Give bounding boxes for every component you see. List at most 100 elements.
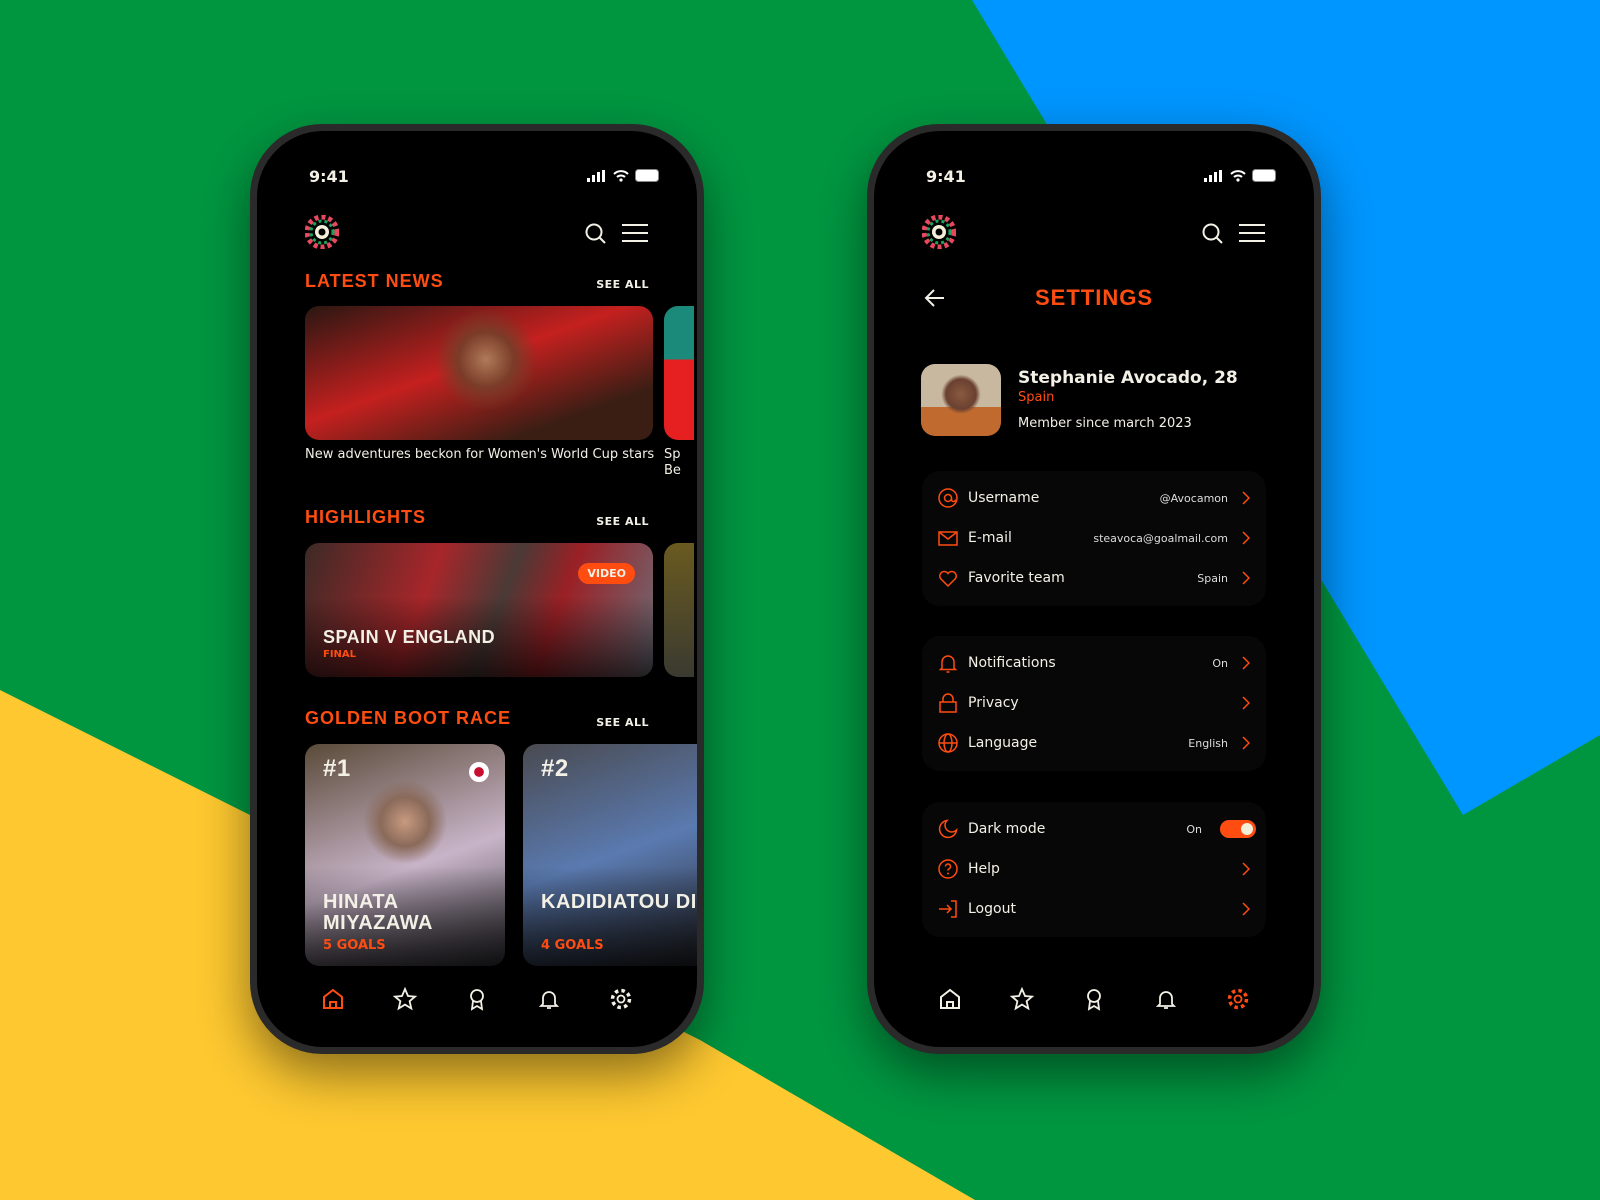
award-icon[interactable] [1082,987,1106,1011]
news-card-next-image[interactable] [664,306,694,440]
setting-label: Notifications [968,655,1056,671]
setting-favorite-team[interactable]: Favorite team Spain [938,563,1250,593]
background [0,0,1600,1200]
setting-value: English [1188,736,1228,750]
setting-label: Privacy [968,695,1019,711]
news-card-next-caption[interactable]: Sp Be [664,447,694,479]
setting-email[interactable]: E-mail steavoca@goalmail.com [938,523,1250,553]
highlight-card-next[interactable] [664,543,694,677]
logo-icon[interactable] [305,215,339,249]
setting-label: Username [968,490,1040,506]
setting-dark-mode: Dark mode On [938,814,1256,844]
signal-icon [1204,169,1222,182]
bottom-nav [874,987,1314,1011]
news-card-caption[interactable]: New adventures beckon for Women's World … [305,447,655,463]
gear-icon[interactable] [609,987,633,1011]
section-title-highlights: HIGHLIGHTS [305,507,426,527]
chevron-right-icon [1242,656,1250,670]
lock-icon [939,693,957,713]
award-icon[interactable] [465,987,489,1011]
gear-icon[interactable] [1226,987,1250,1011]
other-settings-group: Dark mode On Help Logout [922,802,1266,937]
setting-language[interactable]: Language English [938,728,1250,758]
home-icon[interactable] [938,987,962,1011]
highlight-card[interactable]: VIDEO SPAIN V ENGLAND FINAL [305,543,653,677]
chevron-right-icon [1242,531,1250,545]
mail-icon [938,531,958,546]
chevron-right-icon [1242,571,1250,585]
battery-icon [635,169,659,182]
setting-label: Dark mode [968,821,1046,837]
page-title: SETTINGS [1034,285,1153,310]
at-icon [938,488,958,508]
signal-icon [587,169,605,182]
wifi-icon [613,169,629,182]
menu-icon[interactable] [622,223,648,243]
status-icons [587,169,661,182]
logo-icon[interactable] [922,215,956,249]
see-all-news-link[interactable]: SEE ALL [596,278,649,291]
see-all-golden-boot-link[interactable]: SEE ALL [596,716,649,729]
phone-settings: 9:41 SETTINGS Stephanie Avocado, 28 Spai… [867,124,1321,1054]
player-goals: 4 GOALS [541,938,604,953]
dark-mode-toggle[interactable] [1220,820,1256,838]
star-icon[interactable] [1010,987,1034,1011]
avatar [921,364,1001,436]
moon-icon [938,819,958,839]
see-all-highlights-link[interactable]: SEE ALL [596,515,649,528]
setting-username[interactable]: Username @Avocamon [938,483,1250,513]
setting-label: E-mail [968,530,1012,546]
setting-label: Logout [968,901,1016,917]
setting-value: On [1212,656,1228,670]
setting-notifications[interactable]: Notifications On [938,648,1250,678]
chevron-right-icon [1242,862,1250,876]
bell-icon[interactable] [537,987,561,1011]
player-card[interactable]: #2 KADIDIATOU DIANI 4 GOALS [523,744,697,966]
phone-home: 9:41 LATEST NEWS SEE ALL New adventures … [250,124,704,1054]
setting-label: Language [968,735,1038,751]
star-icon[interactable] [393,987,417,1011]
setting-logout[interactable]: Logout [938,894,1250,924]
status-time: 9:41 [309,167,349,186]
globe-icon [938,733,958,753]
profile-member-since: Member since march 2023 [1018,416,1192,431]
setting-label: Help [968,861,1000,877]
setting-value: steavoca@goalmail.com [1093,531,1228,545]
setting-value: Spain [1197,571,1228,585]
bell-icon [938,655,958,673]
video-badge: VIDEO [578,563,635,584]
heart-icon [939,570,957,588]
player-goals: 5 GOALS [323,938,386,953]
chevron-right-icon [1242,696,1250,710]
search-icon[interactable] [1202,223,1224,245]
setting-label: Favorite team [968,570,1065,586]
bell-icon[interactable] [1154,987,1178,1011]
preferences-group: Notifications On Privacy Language Englis… [922,636,1266,771]
setting-privacy[interactable]: Privacy [938,688,1250,718]
section-title-golden-boot: GOLDEN BOOT RACE [305,708,512,728]
player-rank: #1 [323,755,351,782]
player-name: HINATA MIYAZAWA [323,891,433,934]
japan-flag-icon [469,762,489,782]
battery-icon [1252,169,1276,182]
home-icon[interactable] [321,987,345,1011]
chevron-right-icon [1242,491,1250,505]
profile-name: Stephanie Avocado, 28 [1018,368,1238,388]
logout-icon [939,900,957,918]
chevron-right-icon [1242,902,1250,916]
setting-help[interactable]: Help [938,854,1250,884]
menu-icon[interactable] [1239,223,1265,243]
player-card[interactable]: #1 HINATA MIYAZAWA 5 GOALS [305,744,505,966]
section-title-latest-news: LATEST NEWS [305,271,444,291]
player-name: KADIDIATOU DIANI [541,891,697,913]
account-settings-group: Username @Avocamon E-mail steavoca@goalm… [922,471,1266,606]
status-time: 9:41 [926,167,966,186]
player-rank: #2 [541,755,569,782]
news-card-image[interactable] [305,306,653,440]
wifi-icon [1230,169,1246,182]
setting-value: On [1186,822,1202,836]
highlight-title: SPAIN V ENGLAND [323,627,496,647]
profile-country: Spain [1018,390,1055,405]
search-icon[interactable] [585,223,607,245]
bottom-nav [257,987,697,1011]
